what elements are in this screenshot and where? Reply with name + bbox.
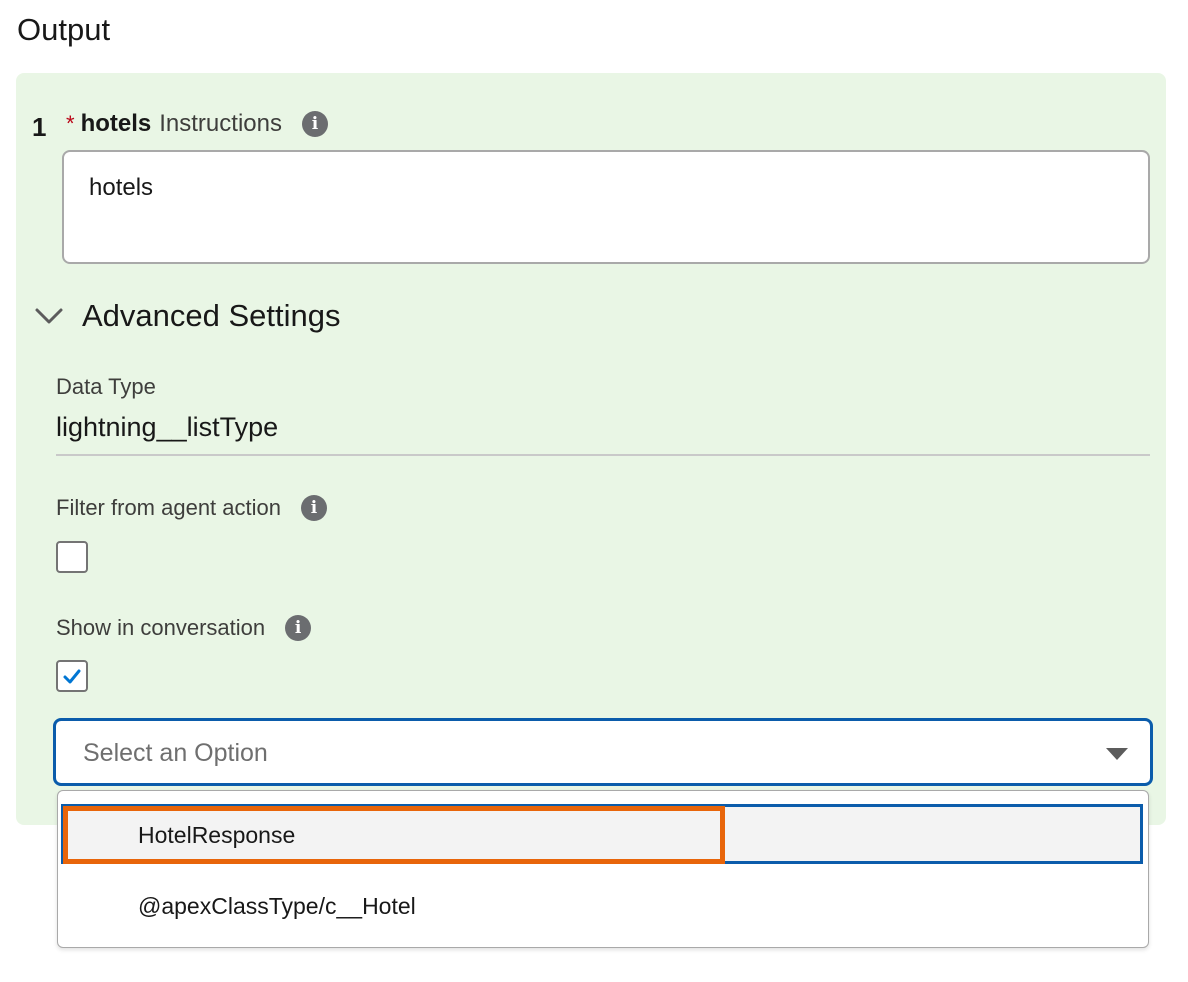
check-icon <box>63 669 81 684</box>
data-type-value: lightning__listType <box>56 412 279 442</box>
instructions-label-text: Instructions <box>159 110 282 137</box>
required-marker: * <box>66 111 75 136</box>
instructions-label: * hotels Instructions i <box>66 110 328 138</box>
instructions-textarea[interactable]: hotels <box>62 150 1150 264</box>
caret-down-icon <box>1106 748 1128 760</box>
section-title: Output <box>17 12 111 47</box>
filter-label-text: Filter from agent action <box>56 495 281 520</box>
advanced-settings-toggle[interactable]: Advanced Settings <box>34 298 341 334</box>
divider <box>56 454 1150 456</box>
filter-label: Filter from agent action i <box>56 495 327 521</box>
show-in-conversation-checkbox[interactable] <box>56 660 88 692</box>
select-placeholder: Select an Option <box>83 739 268 767</box>
advanced-settings-title: Advanced Settings <box>82 298 341 333</box>
show-label-text: Show in conversation <box>56 615 266 640</box>
instructions-value: hotels <box>89 174 154 201</box>
chevron-down-icon <box>35 308 63 324</box>
type-select-combobox[interactable]: Select an Option <box>53 718 1153 786</box>
info-icon[interactable]: i <box>301 111 328 137</box>
option-apexclasstype-hotel[interactable]: @apexClassType/c__Hotel <box>138 893 416 920</box>
option-label: HotelResponse <box>138 822 296 848</box>
row-number: 1 <box>32 112 47 142</box>
show-in-conversation-label: Show in conversation i <box>56 615 312 641</box>
info-icon[interactable]: i <box>285 615 312 641</box>
filter-checkbox[interactable] <box>56 541 88 573</box>
info-icon[interactable]: i <box>300 495 327 521</box>
data-type-label: Data Type <box>56 374 156 399</box>
output-name: hotels <box>80 110 152 137</box>
